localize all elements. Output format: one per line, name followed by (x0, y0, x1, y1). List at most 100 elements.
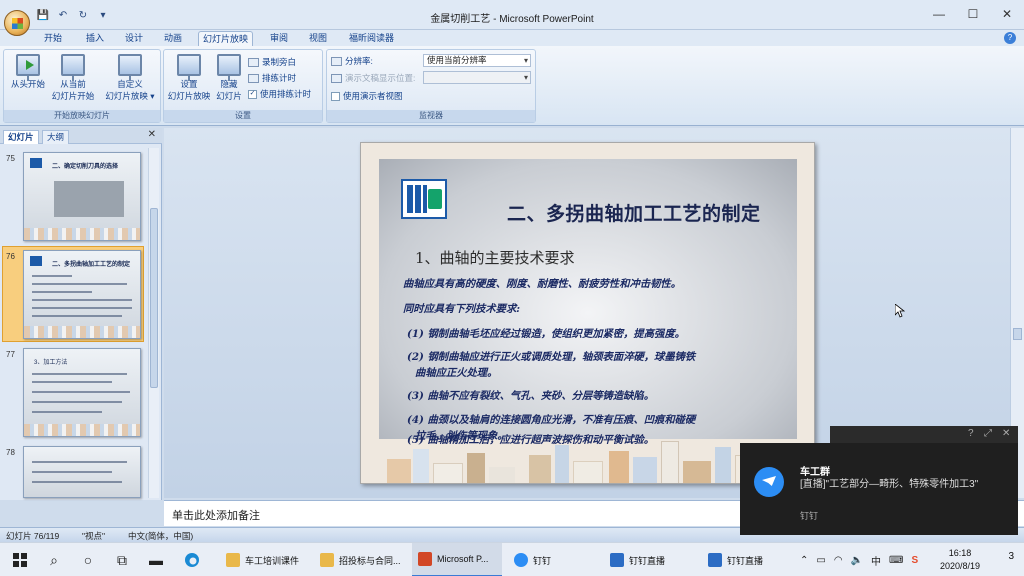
microphone-icon (248, 57, 259, 67)
taskbar-app-folder-2[interactable]: 招投标与合同... (314, 543, 406, 576)
setup-icon (177, 54, 201, 81)
from-current-button[interactable]: 从当前 幻灯片开始 (48, 54, 98, 102)
tab-review[interactable]: 审阅 (266, 31, 292, 46)
checkbox-checked-icon: ✓ (248, 89, 257, 99)
toast-body: [直播]"工艺部分—畸形、特殊零件加工3" (800, 479, 979, 490)
taskbar-app-dingtalk-live-1[interactable]: 钉钉直播 (604, 543, 696, 576)
cortana-icon[interactable]: ○ (72, 543, 104, 576)
office-button[interactable] (4, 10, 30, 36)
group-start-slideshow: 从头开始 从当前 幻灯片开始 自定义 幻灯片放映 ▾ 开始放映幻灯片 (3, 49, 161, 123)
setup-slideshow-button[interactable]: 设置 幻灯片放映 (166, 54, 212, 102)
input-language[interactable]: 中 (871, 553, 881, 568)
checkbox-unchecked-icon (331, 91, 340, 101)
toast-help-icon[interactable]: ? (968, 428, 974, 439)
taskbar-app-dingtalk-live-2[interactable]: 钉钉直播 (702, 543, 794, 576)
close-icon[interactable]: ✕ (990, 0, 1024, 28)
action-center-icon[interactable]: 3 (1008, 551, 1014, 562)
tab-animation[interactable]: 动画 (160, 31, 186, 46)
toast-close-icon[interactable]: ✕ (1002, 428, 1010, 439)
language-status[interactable]: 中文(简体，中国) (128, 530, 193, 542)
taskbar-app-folder-1[interactable]: 车工培训课件 (220, 543, 306, 576)
maximize-icon[interactable]: ☐ (956, 0, 990, 28)
tab-design[interactable]: 设计 (121, 31, 147, 46)
slide-text-line: (3) 曲轴不应有裂纹、气孔、夹砂、分层等铸造缺陷。 (407, 390, 655, 402)
slide-thumbnail[interactable]: 3、加工方法 (23, 348, 141, 437)
slide-subtitle: 1、曲轴的主要技术要求 (415, 249, 575, 267)
live-stream-icon (708, 553, 722, 567)
dingtalk-notification[interactable]: 车工群 [直播]"工艺部分—畸形、特殊零件加工3" 钉钉 (740, 443, 1018, 535)
tab-slideshow[interactable]: 幻灯片放映 (198, 31, 254, 46)
tab-slides[interactable]: 幻灯片 (3, 130, 39, 144)
powerpoint-icon (418, 552, 432, 566)
thumbnail-text-line (32, 461, 127, 463)
slideshow-current-icon (61, 54, 85, 81)
wifi-icon[interactable]: ◠ (834, 555, 843, 566)
thumbnail-text-line (32, 307, 132, 309)
toast-title: 车工群 (800, 467, 830, 478)
search-icon[interactable]: ⌕ (38, 543, 70, 576)
canvas-scroll-thumb[interactable] (1013, 328, 1022, 340)
rehearse-timings-button[interactable]: 排练计时 (248, 72, 296, 84)
dingtalk-icon (514, 553, 528, 567)
hide-slide-button[interactable]: 隐藏 幻灯片 (212, 54, 246, 102)
pane-scroll-thumb[interactable] (150, 208, 158, 388)
group-label-setup: 设置 (164, 110, 322, 122)
thumbnail-text-line (32, 401, 122, 403)
tab-home[interactable]: 开始 (40, 31, 66, 46)
tab-insert[interactable]: 插入 (82, 31, 108, 46)
dingtalk-icon (754, 467, 784, 497)
ime-icon[interactable]: ⌨ (889, 555, 903, 566)
volume-icon[interactable]: 🔈 (851, 555, 863, 566)
taskbar-app-powerpoint[interactable]: Microsoft P... (412, 543, 502, 576)
slide-text-line: (5) 曲轴精加工后，应进行超声波探伤和动平衡试验。 (407, 434, 655, 446)
slideshow-play-icon (16, 54, 40, 81)
close-pane-icon[interactable]: ✕ (148, 129, 156, 140)
use-timings-checkbox[interactable]: ✓ 使用排练计时 (248, 88, 311, 100)
tray-overflow-icon[interactable]: ⌃ (800, 555, 808, 566)
from-beginning-button[interactable]: 从头开始 (8, 54, 48, 90)
tab-view[interactable]: 视图 (305, 31, 331, 46)
current-slide[interactable]: 二、多拐曲轴加工工艺的制定 1、曲轴的主要技术要求 曲轴应具有高的硬度、刚度、耐… (360, 142, 815, 484)
file-explorer-icon[interactable]: ▬ (140, 543, 172, 576)
thumbnail-logo-icon (30, 158, 42, 168)
thumbnail-text-line (32, 373, 127, 375)
presenter-view-checkbox[interactable]: 使用演示者视图 (331, 90, 403, 102)
minimize-icon[interactable]: — (922, 0, 956, 28)
thumbnail-title: 二、确定切削刀具的选择 (52, 164, 119, 170)
tab-outline[interactable]: 大纲 (42, 130, 70, 144)
windows-start-icon[interactable] (4, 543, 36, 576)
clock[interactable]: 16:18 2020/8/19 (940, 547, 980, 573)
toast-header: ? ⤢ ✕ (830, 426, 1018, 444)
slide-text-line: (4) 曲颈以及轴肩的连接圆角应光滑，不准有压痕、凹痕和碰硬 (407, 414, 696, 426)
slide-thumbnail[interactable] (23, 446, 141, 498)
task-view-icon[interactable]: ⧉ (106, 543, 138, 576)
slide-thumbnail[interactable]: 二、确定切削刀具的选择 (23, 152, 141, 241)
resolution-select[interactable]: 使用当前分辨率 (423, 54, 531, 67)
school-logo-icon (401, 179, 447, 219)
edge-browser-icon[interactable] (176, 543, 208, 576)
slide-thumbnail-selected[interactable]: 二、多拐曲轴加工工艺的制定 (23, 250, 141, 339)
sogou-icon[interactable]: S (911, 555, 918, 566)
thumbnail-text-line (32, 471, 112, 473)
thumbnail-number: 76 (6, 252, 15, 261)
slide-text-line: 曲轴应具有高的硬度、刚度、耐磨性、耐疲劳性和冲击韧性。 (403, 278, 682, 290)
network-icon[interactable]: ▭ (816, 555, 825, 566)
thumbnail-title: 二、多拐曲轴加工工艺的制定 (52, 262, 131, 268)
thumbnail-city-strip (24, 228, 140, 240)
thumbnail-text-line (32, 481, 122, 483)
show-on-select[interactable] (423, 71, 531, 84)
slide-text-line: 曲轴应正火处理。 (415, 367, 498, 379)
thumbnail-city-strip (24, 326, 140, 338)
pane-scrollbar[interactable] (148, 148, 159, 498)
taskbar-app-dingtalk[interactable]: 钉钉 (508, 543, 598, 576)
notification-count: 3 (1008, 551, 1014, 562)
thumbnail-image (54, 181, 124, 217)
thumbnail-text-line (32, 275, 72, 277)
thumbnail-text-line (32, 391, 130, 393)
custom-slideshow-button[interactable]: 自定义 幻灯片放映 ▾ (102, 54, 158, 102)
tab-foxit[interactable]: 福昕阅读器 (345, 31, 398, 46)
record-narration-button[interactable]: 录制旁白 (248, 56, 296, 68)
toast-expand-icon[interactable]: ⤢ (984, 428, 992, 439)
help-icon[interactable]: ? (1004, 32, 1016, 44)
thumbnail-text-line (32, 411, 102, 413)
